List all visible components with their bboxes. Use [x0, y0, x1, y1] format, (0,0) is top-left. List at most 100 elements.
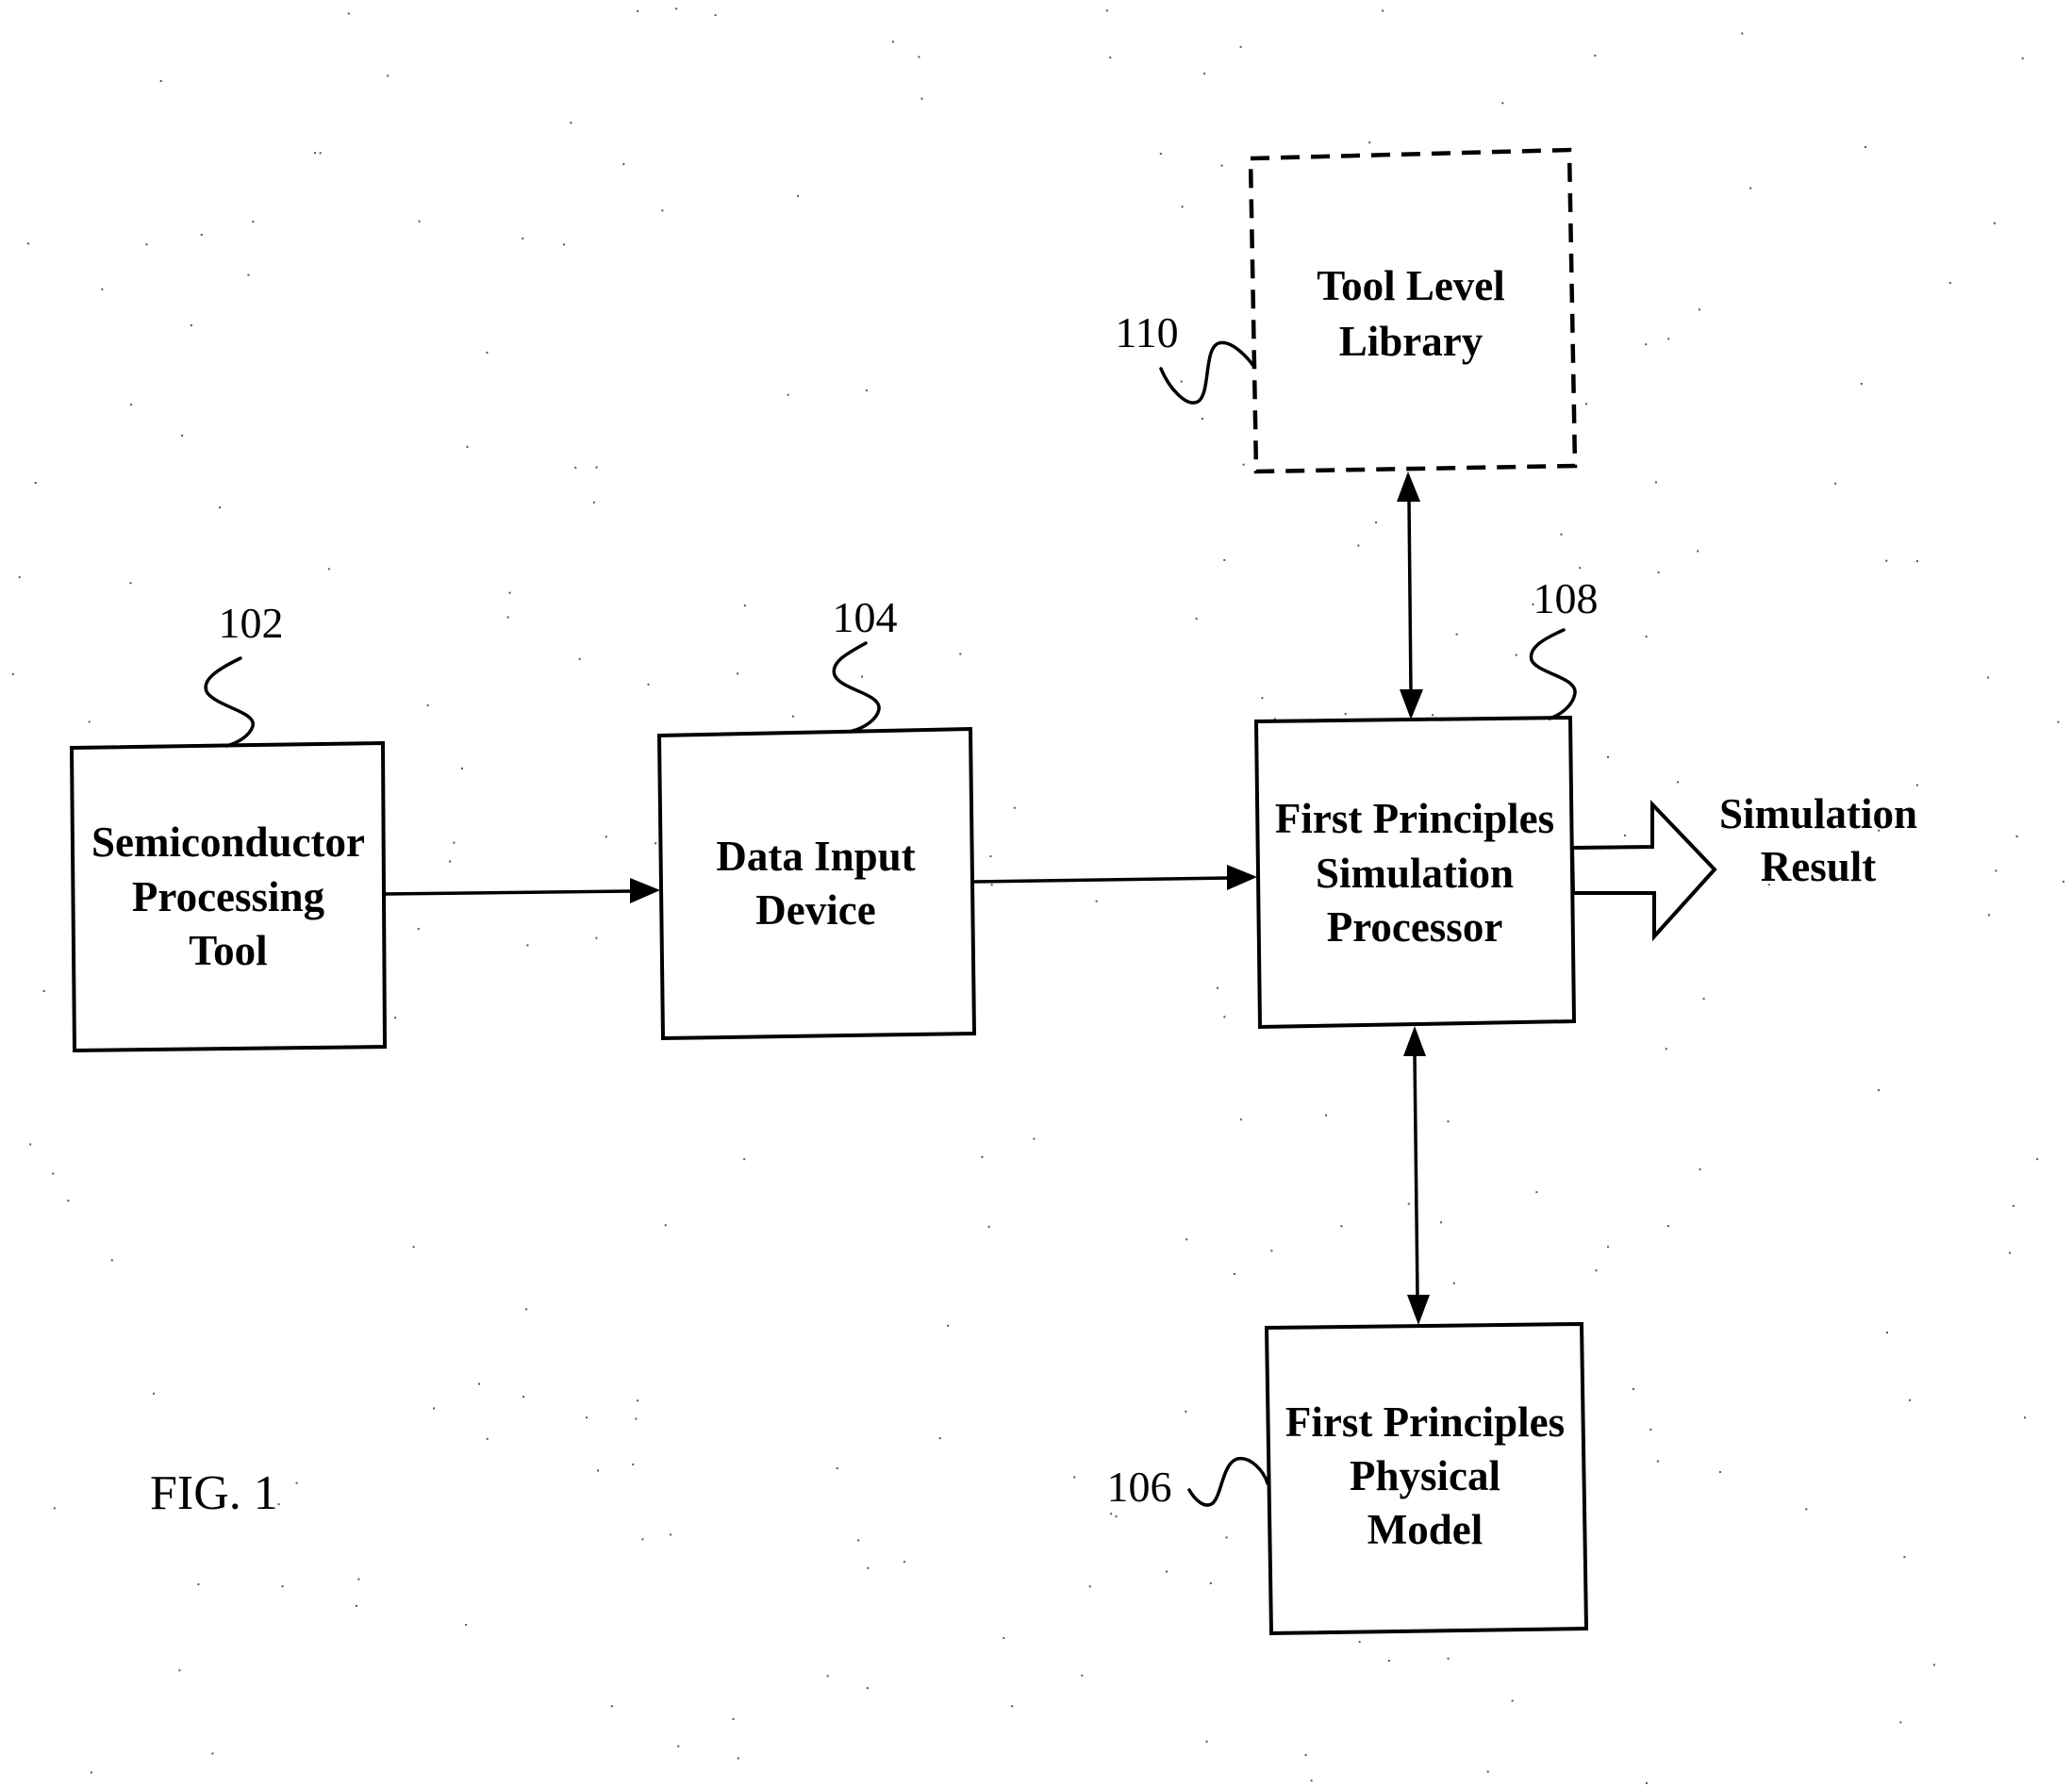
scan-speck: [247, 273, 250, 276]
scan-speck: [861, 675, 863, 678]
arrowhead-right: [630, 878, 660, 903]
scan-speck: [1702, 998, 1705, 1001]
scan-speck: [1261, 697, 1264, 700]
block-110-line-1: Tool Level: [1317, 262, 1505, 309]
scan-speck: [1387, 1660, 1390, 1663]
scan-speck: [1340, 1225, 1343, 1228]
scan-speck: [1225, 1536, 1228, 1539]
scan-speck: [670, 1533, 671, 1536]
scan-speck: [277, 1503, 280, 1506]
scan-speck: [866, 1687, 869, 1690]
scan-speck: [190, 324, 192, 326]
scan-speck: [990, 884, 993, 886]
scan-speck: [737, 1757, 739, 1760]
scan-speck: [394, 1017, 397, 1019]
scan-speck: [641, 1538, 644, 1541]
scan-speck: [1697, 550, 1699, 553]
scan-speck: [1223, 1016, 1226, 1018]
scan-speck: [1916, 560, 1918, 563]
scan-speck: [647, 683, 650, 686]
scan-speck: [412, 1246, 415, 1249]
scan-speck: [1013, 806, 1016, 809]
scan-speck: [1357, 544, 1360, 547]
figure-caption: FIG. 1: [150, 1466, 278, 1520]
scan-speck: [1095, 900, 1098, 902]
scan-speck: [714, 14, 717, 17]
block-106-line-2: Physical: [1350, 1452, 1500, 1499]
scan-speck: [947, 1324, 950, 1327]
scan-speck: [129, 582, 132, 585]
block-104-line-1: Data Input: [716, 833, 915, 880]
scan-speck: [1203, 73, 1206, 75]
scan-speck: [595, 936, 598, 939]
block-108-line-3: Processor: [1327, 903, 1503, 951]
scan-speck: [526, 944, 529, 947]
scan-speck: [1993, 222, 1996, 224]
scan-speck: [987, 1225, 990, 1228]
arrow-102-to-104: [384, 878, 660, 903]
scan-speck: [1995, 869, 1997, 872]
scan-speck: [2015, 836, 2018, 837]
scan-speck: [1447, 1120, 1450, 1123]
leader-line-108: [1529, 628, 1577, 720]
scan-speck: [327, 568, 330, 571]
scan-speck: [1667, 338, 1670, 340]
scan-speck: [1899, 1721, 1902, 1724]
scan-speck: [130, 404, 133, 406]
scan-speck: [1432, 714, 1434, 717]
block-diagram: Semiconductor Processing Tool 102 Data I…: [11, 8, 2064, 1784]
scan-speck: [635, 1417, 638, 1420]
scan-speck: [610, 1705, 613, 1708]
scan-speck: [865, 389, 868, 392]
scan-speck: [2057, 720, 2060, 723]
output-label-line-1: Simulation: [1719, 790, 1917, 837]
scan-speck: [737, 672, 739, 675]
arrow-104-to-108: [973, 865, 1257, 890]
scan-speck: [867, 1566, 870, 1569]
scan-speck: [1304, 1754, 1307, 1757]
block-102-line-3: Tool: [189, 927, 267, 974]
arrowhead-up: [1397, 472, 1420, 502]
scan-speck: [1834, 482, 1837, 485]
block-108-line-1: First Principles: [1275, 795, 1554, 842]
scan-speck: [959, 653, 962, 655]
scan-speck: [2036, 1158, 2039, 1161]
scan-speck: [637, 1399, 639, 1402]
scan-speck: [200, 234, 203, 236]
scan-speck: [675, 8, 678, 10]
scan-speck: [1325, 1114, 1327, 1117]
scan-speck: [1115, 1515, 1118, 1518]
scan-speck: [1865, 146, 1866, 148]
scan-speck: [67, 1200, 70, 1202]
scan-speck: [1560, 533, 1563, 536]
scan-speck: [1646, 1781, 1648, 1784]
scan-speck: [1948, 282, 1951, 284]
scan-speck: [1368, 141, 1371, 144]
scan-speck: [1220, 164, 1223, 167]
scan-speck: [295, 1481, 298, 1484]
scan-speck: [595, 466, 598, 469]
scan-speck: [1270, 1249, 1273, 1252]
scan-speck: [989, 855, 992, 858]
scan-speck: [1109, 57, 1112, 58]
scan-speck: [506, 616, 509, 619]
scan-speck: [1632, 1388, 1634, 1391]
scan-speck: [1657, 571, 1660, 574]
scan-speck: [1344, 713, 1347, 716]
block-102-line-2: Processing: [132, 873, 325, 920]
block-102-line-1: Semiconductor: [91, 819, 365, 866]
output-arrow-simulation-result: Simulation Result: [1569, 790, 1917, 942]
scan-speck: [903, 1561, 905, 1564]
scan-speck: [664, 1224, 667, 1227]
scan-speck: [1594, 54, 1597, 57]
scan-speck: [1407, 1202, 1410, 1205]
scan-speck: [387, 74, 390, 77]
scan-speck: [1003, 1637, 1005, 1640]
scan-speck: [88, 720, 91, 723]
scan-speck: [159, 80, 162, 82]
ref-label-108: 108: [1533, 574, 1599, 622]
block-110-outline: [1248, 147, 1578, 474]
scan-speck: [52, 1172, 55, 1175]
scan-speck: [1741, 32, 1744, 35]
scan-speck: [570, 122, 572, 124]
